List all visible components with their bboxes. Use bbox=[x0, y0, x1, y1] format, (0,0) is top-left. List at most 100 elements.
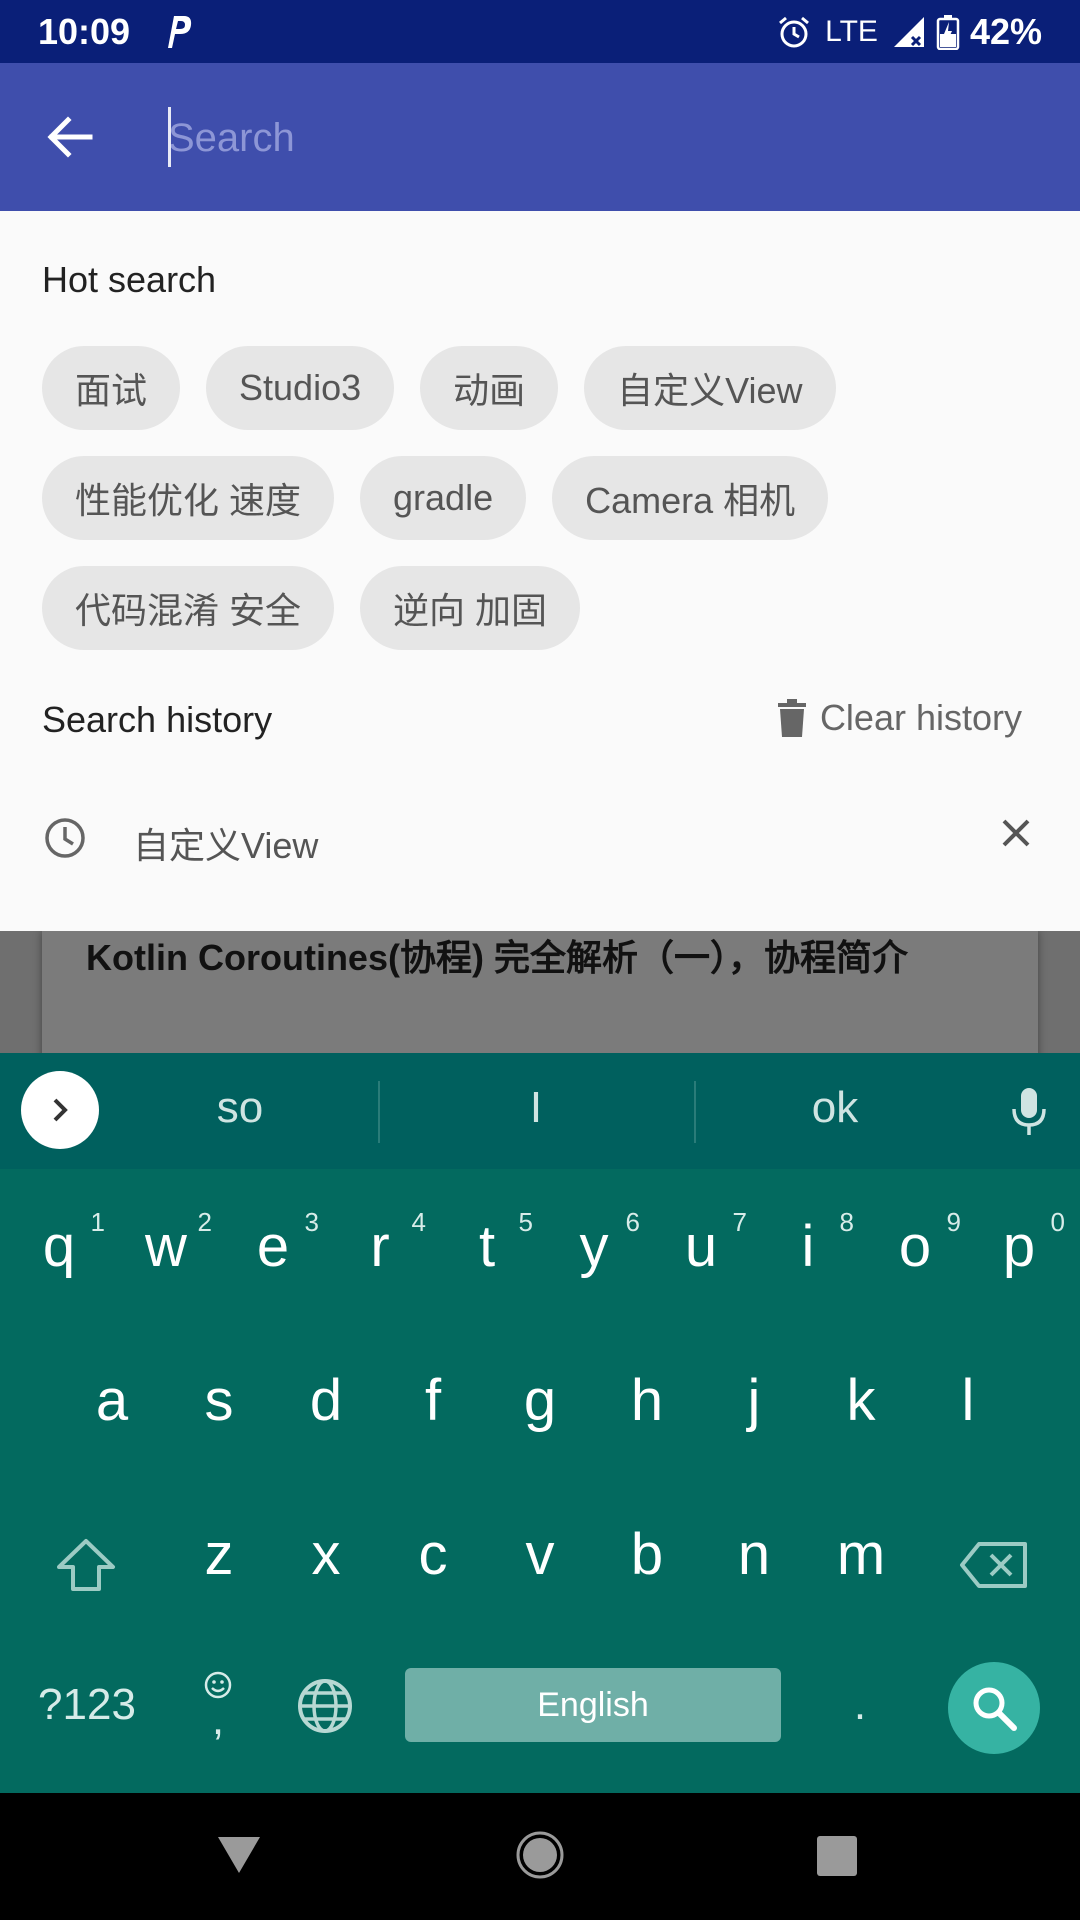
key-label: u bbox=[684, 1214, 718, 1279]
key-g[interactable]: g bbox=[486, 1367, 594, 1434]
battery-percent: 42% bbox=[969, 10, 1042, 52]
keyboard-suggestion-strip: so I ok bbox=[0, 1053, 1080, 1169]
comma-key[interactable]: , bbox=[190, 1663, 246, 1747]
backspace-icon bbox=[960, 1542, 1027, 1588]
key-hint: 3 bbox=[304, 1207, 319, 1237]
nav-home-icon[interactable] bbox=[516, 1831, 564, 1879]
globe-icon bbox=[298, 1679, 352, 1733]
hot-search-chip[interactable]: Studio3 bbox=[206, 346, 395, 430]
key-n[interactable]: n bbox=[700, 1521, 808, 1588]
key-q[interactable]: q1 bbox=[5, 1207, 113, 1280]
key-u[interactable]: u7 bbox=[647, 1207, 755, 1280]
key-h[interactable]: h bbox=[593, 1367, 701, 1434]
key-label: p bbox=[1002, 1214, 1036, 1279]
key-hint: 7 bbox=[732, 1207, 747, 1237]
key-hint: 5 bbox=[518, 1207, 533, 1237]
backspace-key[interactable] bbox=[950, 1521, 1038, 1609]
key-i[interactable]: i8 bbox=[754, 1207, 862, 1280]
background-content: Kotlin Coroutines(协程) 完全解析（一），协程简介 bbox=[0, 931, 1080, 1053]
chip-row: 代码混淆 安全 逆向 加固 bbox=[42, 566, 1042, 650]
clear-history-label: Clear history bbox=[819, 697, 1022, 738]
key-hint: 4 bbox=[411, 1207, 426, 1237]
key-d[interactable]: d bbox=[272, 1367, 380, 1434]
network-type: LTE bbox=[825, 14, 878, 48]
hot-search-chip[interactable]: Camera 相机 bbox=[552, 456, 829, 540]
comma-label: , bbox=[211, 1695, 225, 1744]
suggestion-divider bbox=[378, 1081, 380, 1143]
chip-row: 性能优化 速度 gradle Camera 相机 bbox=[42, 456, 1042, 540]
key-o[interactable]: o9 bbox=[861, 1207, 969, 1280]
nav-recents-icon[interactable] bbox=[816, 1835, 858, 1877]
text-cursor bbox=[168, 107, 171, 167]
key-label: q bbox=[42, 1214, 76, 1279]
key-z[interactable]: z bbox=[165, 1521, 273, 1588]
shift-key[interactable] bbox=[42, 1521, 130, 1609]
history-clock-icon bbox=[45, 818, 85, 858]
clear-history-button[interactable]: Clear history bbox=[777, 697, 1022, 739]
article-title: Kotlin Coroutines(协程) 完全解析（一），协程简介 bbox=[86, 937, 908, 978]
key-j[interactable]: j bbox=[700, 1367, 808, 1434]
key-r[interactable]: r4 bbox=[326, 1207, 434, 1280]
hot-search-title: Hot search bbox=[42, 259, 217, 300]
suggestion-word[interactable]: I bbox=[436, 1083, 636, 1133]
key-label: r bbox=[370, 1214, 390, 1279]
history-item[interactable]: 自定义View bbox=[0, 781, 1080, 891]
key-m[interactable]: m bbox=[807, 1521, 915, 1588]
search-action-key[interactable] bbox=[948, 1662, 1040, 1754]
chip-row: 面试 Studio3 动画 自定义View bbox=[42, 346, 1042, 430]
chevron-right-icon bbox=[53, 1098, 68, 1122]
search-input[interactable] bbox=[168, 105, 1048, 171]
key-hint: 0 bbox=[1050, 1207, 1065, 1237]
status-bar: 10:09 LTE 42% bbox=[0, 0, 1080, 63]
symbols-key[interactable]: ?123 bbox=[22, 1668, 152, 1742]
key-t[interactable]: t5 bbox=[433, 1207, 541, 1280]
close-icon[interactable] bbox=[996, 813, 1036, 853]
key-e[interactable]: e3 bbox=[219, 1207, 327, 1280]
search-suggestion-panel: Hot search 面试 Studio3 动画 自定义View 性能优化 速度… bbox=[0, 211, 1080, 931]
key-hint: 9 bbox=[946, 1207, 961, 1237]
key-hint: 6 bbox=[625, 1207, 640, 1237]
key-l[interactable]: l bbox=[914, 1367, 1022, 1434]
search-icon bbox=[973, 1687, 1017, 1731]
language-key[interactable] bbox=[294, 1675, 356, 1737]
key-c[interactable]: c bbox=[379, 1521, 487, 1588]
period-key[interactable]: . bbox=[830, 1668, 890, 1742]
hot-search-chip[interactable]: 动画 bbox=[420, 346, 559, 430]
key-a[interactable]: a bbox=[58, 1367, 166, 1434]
key-hint: 1 bbox=[90, 1207, 105, 1237]
suggestion-word[interactable]: ok bbox=[735, 1083, 935, 1133]
key-k[interactable]: k bbox=[807, 1367, 915, 1434]
key-hint: 8 bbox=[839, 1207, 854, 1237]
key-b[interactable]: b bbox=[593, 1521, 701, 1588]
key-label: t bbox=[478, 1214, 496, 1279]
hot-search-chip[interactable]: gradle bbox=[360, 456, 527, 540]
key-label: y bbox=[579, 1214, 609, 1279]
hot-search-chip[interactable]: 性能优化 速度 bbox=[42, 456, 335, 540]
expand-toolbar-button[interactable] bbox=[21, 1071, 99, 1149]
system-navigation-bar bbox=[0, 1793, 1080, 1920]
hot-search-chip[interactable]: 自定义View bbox=[584, 346, 836, 430]
microphone-icon[interactable] bbox=[1010, 1087, 1048, 1137]
key-y[interactable]: y6 bbox=[540, 1207, 648, 1280]
search-toolbar bbox=[0, 63, 1080, 211]
hot-search-chip[interactable]: 逆向 加固 bbox=[360, 566, 581, 650]
key-w[interactable]: w2 bbox=[112, 1207, 220, 1280]
key-f[interactable]: f bbox=[379, 1367, 487, 1434]
trash-icon bbox=[777, 699, 806, 737]
key-s[interactable]: s bbox=[165, 1367, 273, 1434]
key-p[interactable]: p0 bbox=[965, 1207, 1073, 1280]
screen: 10:09 LTE 42% Search Kotlin Coroutines(协… bbox=[0, 0, 1080, 1920]
space-key[interactable]: English bbox=[405, 1668, 781, 1742]
key-v[interactable]: v bbox=[486, 1521, 594, 1588]
key-x[interactable]: x bbox=[272, 1521, 380, 1588]
battery-icon bbox=[936, 14, 960, 50]
article-card: Kotlin Coroutines(协程) 完全解析（一），协程简介 bbox=[42, 931, 1038, 1053]
back-arrow-icon[interactable] bbox=[42, 109, 98, 165]
history-item-label: 自定义View bbox=[133, 825, 319, 866]
status-time: 10:09 bbox=[38, 10, 131, 52]
suggestion-word[interactable]: so bbox=[140, 1083, 340, 1133]
suggestion-divider bbox=[694, 1081, 696, 1143]
hot-search-chip[interactable]: 代码混淆 安全 bbox=[42, 566, 335, 650]
hot-search-chip[interactable]: 面试 bbox=[42, 346, 181, 430]
nav-back-icon[interactable] bbox=[216, 1835, 262, 1875]
